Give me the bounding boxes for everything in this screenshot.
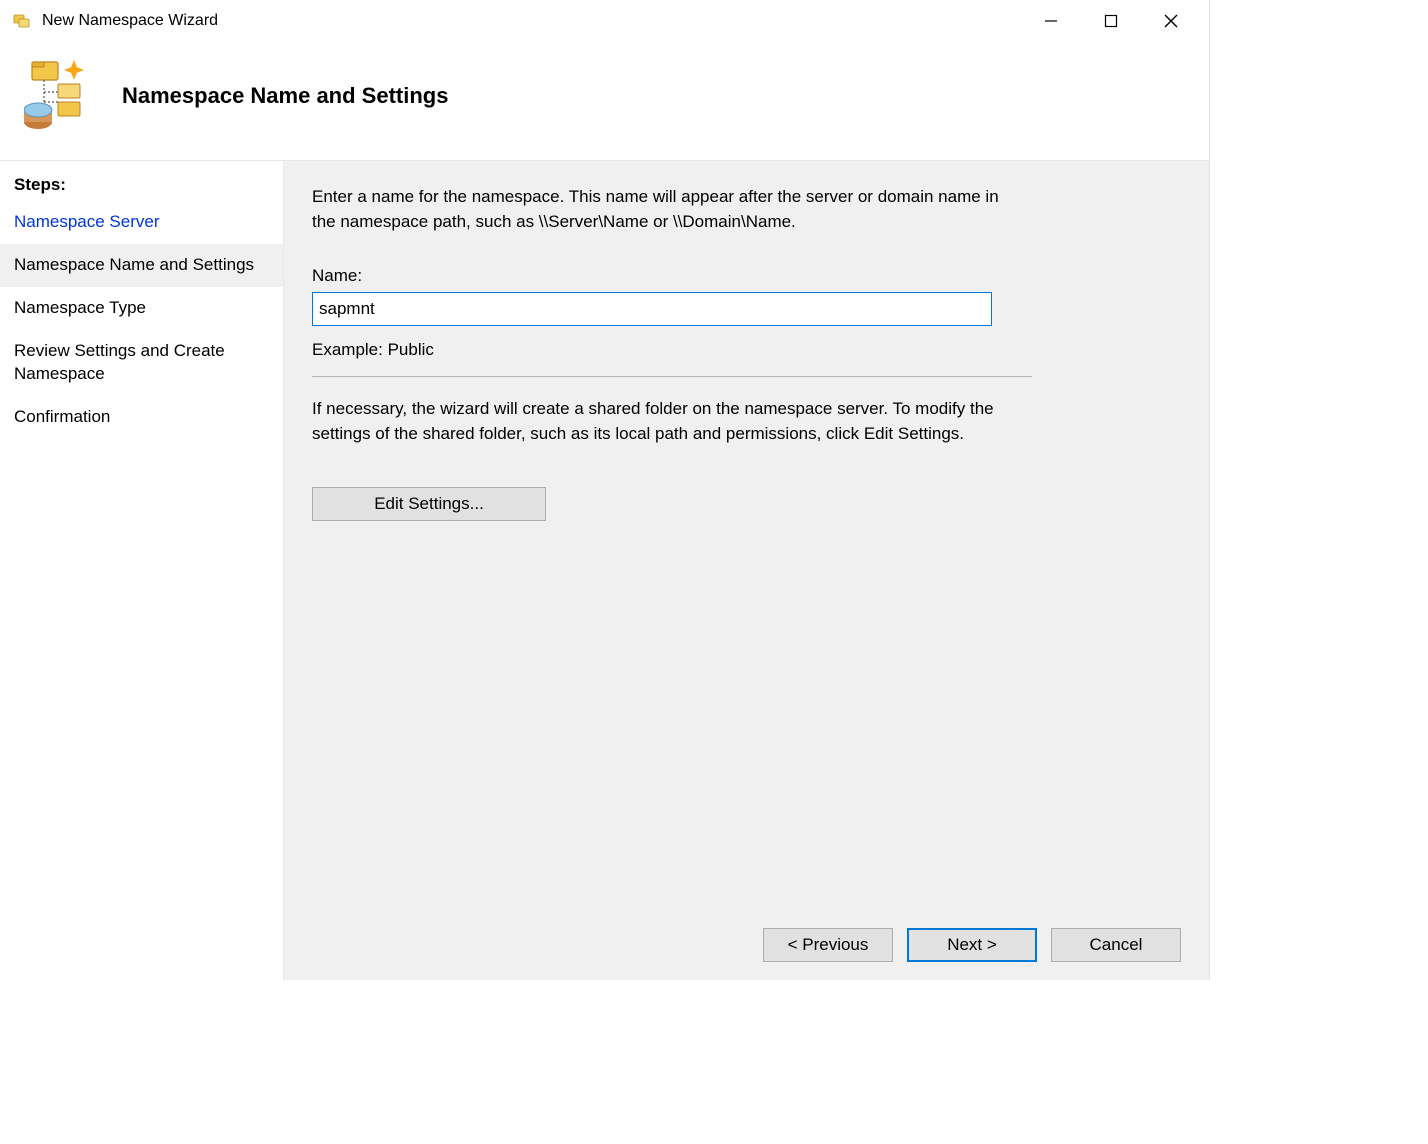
sidebar-item-label: Namespace Type <box>14 298 146 317</box>
cancel-button[interactable]: Cancel <box>1051 928 1181 962</box>
step-namespace-server[interactable]: Namespace Server <box>0 201 283 244</box>
steps-heading: Steps: <box>0 171 283 201</box>
minimize-button[interactable] <box>1021 1 1081 41</box>
step-confirmation[interactable]: Confirmation <box>0 396 283 439</box>
edit-settings-button[interactable]: Edit Settings... <box>312 487 546 521</box>
wizard-header: Namespace Name and Settings <box>0 42 1209 160</box>
wizard-body: Steps: Namespace Server Namespace Name a… <box>0 160 1209 980</box>
namespace-name-input[interactable] <box>312 292 992 326</box>
close-button[interactable] <box>1141 1 1201 41</box>
shared-folder-info: If necessary, the wizard will create a s… <box>312 397 1012 446</box>
window-controls <box>1021 1 1201 41</box>
example-text: Example: Public <box>312 340 1181 360</box>
sidebar-item-label: Review Settings and Create Namespace <box>14 341 225 383</box>
step-review-settings[interactable]: Review Settings and Create Namespace <box>0 330 283 396</box>
namespace-wizard-icon <box>24 60 96 132</box>
sidebar-item-label: Namespace Server <box>14 212 160 231</box>
title-bar: New Namespace Wizard <box>0 0 1209 42</box>
window-title: New Namespace Wizard <box>42 12 1021 30</box>
wizard-footer: < Previous Next > Cancel <box>763 928 1181 962</box>
intro-text: Enter a name for the namespace. This nam… <box>312 185 1012 234</box>
sidebar-item-label: Namespace Name and Settings <box>14 255 254 274</box>
previous-button[interactable]: < Previous <box>763 928 893 962</box>
next-button[interactable]: Next > <box>907 928 1037 962</box>
page-title: Namespace Name and Settings <box>122 83 448 109</box>
name-label: Name: <box>312 266 1181 286</box>
sidebar-item-label: Confirmation <box>14 407 110 426</box>
wizard-app-icon <box>12 11 32 31</box>
steps-sidebar: Steps: Namespace Server Namespace Name a… <box>0 161 284 980</box>
maximize-button[interactable] <box>1081 1 1141 41</box>
main-panel: Enter a name for the namespace. This nam… <box>284 161 1209 980</box>
step-namespace-type[interactable]: Namespace Type <box>0 287 283 330</box>
divider <box>312 376 1032 377</box>
wizard-window: New Namespace Wizard <box>0 0 1210 980</box>
step-namespace-name-settings[interactable]: Namespace Name and Settings <box>0 244 283 287</box>
